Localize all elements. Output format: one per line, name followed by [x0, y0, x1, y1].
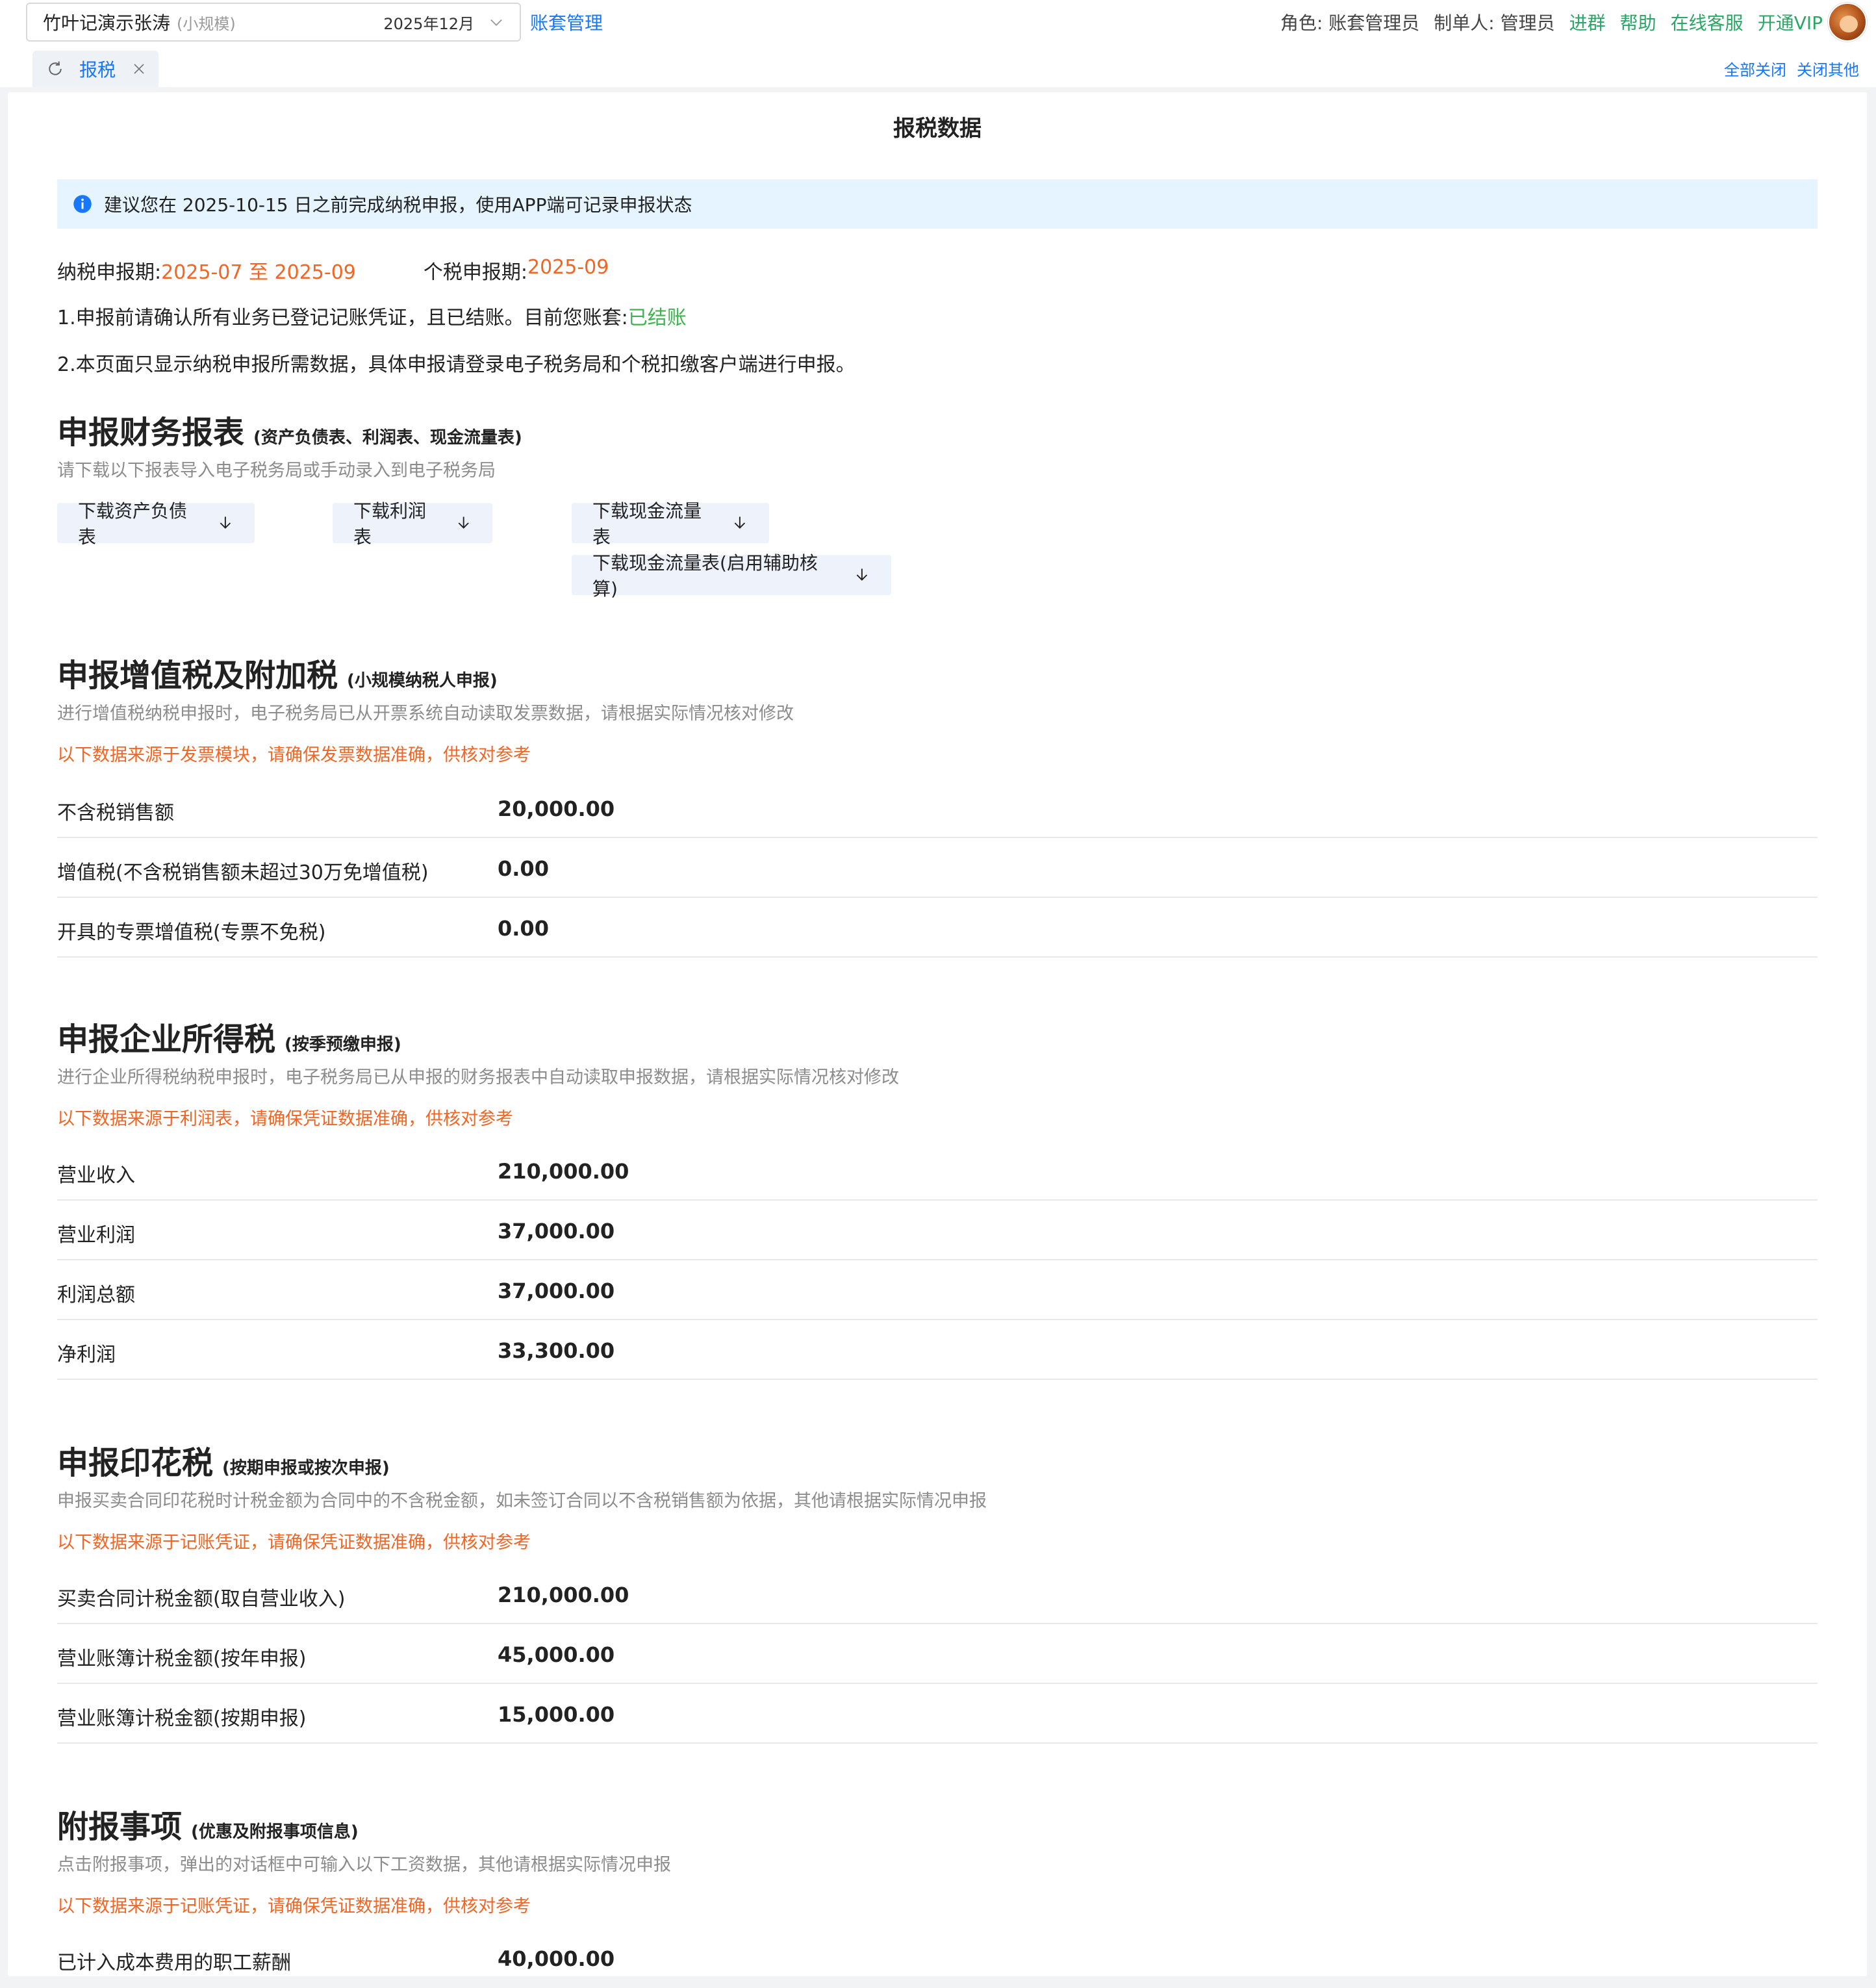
row-label: 不含税销售额 [57, 802, 174, 824]
table-row: 增值税(不含税销售额未超过30万免增值税) 0.00 [57, 838, 1818, 898]
account-manage-link[interactable]: 账套管理 [530, 9, 603, 35]
tax-period-value: 2025-07 至 2025-09 [161, 261, 356, 284]
period-row: 纳税申报期: 2025-07 至 2025-09 个税申报期: 2025-09 [57, 256, 609, 285]
row-value: 0.00 [498, 916, 549, 941]
stamp-section-desc: 申报买卖合同印花税时计税金额为合同中的不含税金额，如未签订合同以不含税销售额为依… [57, 1491, 987, 1511]
tax-period-label: 纳税申报期: [57, 261, 162, 284]
account-name: 竹叶记演示张涛 [43, 12, 171, 34]
row-label: 营业账簿计税金额(按年申报) [57, 1648, 307, 1670]
notice-banner: 建议您在 2025-10-15 日之前完成纳税申报，使用APP端可记录申报状态 [57, 179, 1818, 229]
table-row: 营业利润 37,000.00 [57, 1201, 1818, 1260]
row-value: 37,000.00 [498, 1279, 615, 1303]
row-label: 增值税(不含税销售额未超过30万免增值税) [57, 861, 429, 884]
online-service-link[interactable]: 在线客服 [1671, 9, 1743, 35]
tab-tax[interactable]: 报税 [32, 51, 158, 87]
vat-section-title: 申报增值税及附加税 (小规模纳税人申报) [57, 657, 498, 694]
row-value: 210,000.00 [498, 1583, 629, 1607]
download-cashflow-button[interactable]: 下载现金流量表 [572, 500, 769, 548]
tab-bar: 报税 全部关闭 关闭其他 [0, 44, 1876, 87]
close-all-button[interactable]: 全部关闭 [1724, 57, 1786, 80]
row-label: 开具的专票增值税(专票不免税) [57, 921, 326, 944]
personal-period-label: 个税申报期: [423, 261, 527, 284]
row-value: 37,000.00 [498, 1219, 615, 1243]
tab-actions: 全部关闭 关闭其他 [1724, 57, 1859, 80]
row-label: 买卖合同计税金额(取自营业收入) [57, 1588, 346, 1611]
account-scale: (小规模) [177, 14, 236, 33]
account-period: 2025年12月 [383, 14, 474, 33]
account-selector[interactable]: 竹叶记演示张涛 (小规模) 2025年12月 [26, 3, 521, 42]
row-label: 利润总额 [57, 1284, 135, 1306]
cit-section-desc: 进行企业所得税纳税申报时，电子税务局已从申报的财务报表中自动读取申报数据，请根据… [57, 1067, 899, 1088]
join-group-link[interactable]: 进群 [1569, 9, 1606, 35]
row-value: 45,000.00 [498, 1642, 615, 1667]
row-label: 已计入成本费用的职工薪酬 [57, 1952, 291, 1974]
arrow-down-icon [856, 568, 868, 581]
arrow-down-icon [734, 516, 746, 529]
table-row: 已计入成本费用的职工薪酬 40,000.00 [57, 1928, 1818, 1988]
open-vip-link[interactable]: 开通VIP [1758, 9, 1823, 35]
info-icon [73, 195, 92, 213]
row-value: 0.00 [498, 856, 549, 881]
row-label: 营业收入 [57, 1164, 135, 1187]
table-row: 营业账簿计税金额(按年申报) 45,000.00 [57, 1624, 1818, 1684]
role-text: 角色: 账套管理员 [1280, 12, 1420, 34]
notice-text: 建议您在 2025-10-15 日之前完成纳税申报，使用APP端可记录申报状态 [104, 194, 692, 216]
row-value: 33,300.00 [498, 1338, 615, 1363]
extra-section-desc: 点击附报事项，弹出的对话框中可输入以下工资数据，其他请根据实际情况申报 [57, 1855, 671, 1875]
arrow-down-icon [458, 516, 469, 529]
download-cashflow-aux-button[interactable]: 下载现金流量表(启用辅助核算) [572, 552, 891, 600]
close-icon[interactable] [131, 61, 147, 77]
main-card: 报税数据 建议您在 2025-10-15 日之前完成纳税申报，使用APP端可记录… [8, 92, 1867, 1976]
refresh-icon[interactable] [45, 59, 65, 79]
row-value: 210,000.00 [498, 1159, 629, 1184]
help-link[interactable]: 帮助 [1620, 9, 1656, 35]
cit-section-title: 申报企业所得税 (按季预缴申报) [57, 1021, 401, 1058]
stamp-section-title: 申报印花税 (按期申报或按次申报) [57, 1445, 390, 1481]
extra-section-title[interactable]: 附报事项 (优惠及附报事项信息) [57, 1801, 359, 1846]
vat-section-desc: 进行增值税纳税申报时，电子税务局已从开票系统自动读取发票数据，请根据实际情况核对… [57, 704, 794, 724]
top-bar: 竹叶记演示张涛 (小规模) 2025年12月 账套管理 角色: 账套管理员 制单… [0, 0, 1876, 44]
financial-section-desc: 请下载以下报表导入电子税务局或手动录入到电子税务局 [57, 461, 496, 481]
table-row: 开具的专票增值税(专票不免税) 0.00 [57, 898, 1818, 958]
instruction-line-1: 1.申报前请确认所有业务已登记记账凭证，且已结账。目前您账套:已结账 [57, 307, 687, 329]
closing-status: 已结账 [627, 307, 687, 329]
download-income-statement-button[interactable]: 下载利润表 [333, 500, 492, 548]
instruction-line-2: 2.本页面只显示纳税申报所需数据，具体申报请登录电子税务局和个税扣缴客户端进行申… [57, 353, 856, 376]
user-info: 角色: 账套管理员 制单人: 管理员 进群 帮助 在线客服 开通VIP [1280, 8, 1823, 36]
maker-text: 制单人: 管理员 [1434, 12, 1555, 34]
avatar[interactable] [1828, 3, 1867, 42]
financial-section-title: 申报财务报表 (资产负债表、利润表、现金流量表) [57, 414, 522, 451]
page-title: 报税数据 [893, 116, 982, 142]
table-row: 营业收入 210,000.00 [57, 1141, 1818, 1201]
row-label: 净利润 [57, 1344, 116, 1366]
close-others-button[interactable]: 关闭其他 [1797, 57, 1859, 80]
cit-section-warning: 以下数据来源于利润表，请确保凭证数据准确，供核对参考 [57, 1109, 513, 1129]
table-row: 不含税销售额 20,000.00 [57, 778, 1818, 838]
arrow-down-icon [220, 516, 231, 529]
row-label: 营业利润 [57, 1224, 135, 1247]
table-row: 利润总额 37,000.00 [57, 1260, 1818, 1320]
vat-section-warning: 以下数据来源于发票模块，请确保发票数据准确，供核对参考 [57, 745, 531, 765]
extra-section-warning: 以下数据来源于记账凭证，请确保凭证数据准确，供核对参考 [57, 1896, 531, 1917]
tab-label: 报税 [79, 59, 116, 81]
table-row: 买卖合同计税金额(取自营业收入) 210,000.00 [57, 1564, 1818, 1624]
row-value: 20,000.00 [498, 796, 615, 821]
row-value: 15,000.00 [498, 1702, 615, 1727]
stamp-section-warning: 以下数据来源于记账凭证，请确保凭证数据准确，供核对参考 [57, 1533, 531, 1553]
download-balance-sheet-button[interactable]: 下载资产负债表 [57, 500, 255, 548]
row-value: 40,000.00 [498, 1946, 615, 1971]
row-label: 营业账簿计税金额(按期申报) [57, 1707, 307, 1730]
table-row: 营业账簿计税金额(按期申报) 15,000.00 [57, 1684, 1818, 1744]
chevron-down-icon [490, 19, 502, 26]
personal-period-value: 2025-09 [527, 256, 609, 279]
table-row: 净利润 33,300.00 [57, 1320, 1818, 1380]
